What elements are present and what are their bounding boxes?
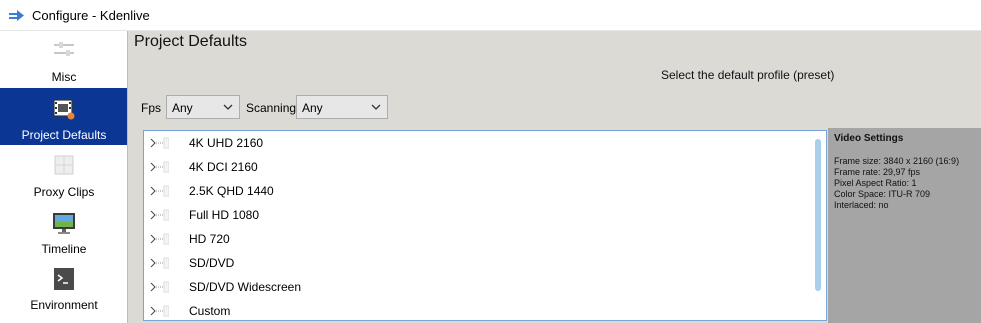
expand-arrow-icon[interactable] [149, 209, 169, 221]
tree-item-label: 4K DCI 2160 [189, 160, 258, 174]
sidebar-item-timeline[interactable]: Timeline [0, 202, 127, 259]
fps-label: Fps [141, 101, 162, 115]
expand-arrow-icon[interactable] [149, 233, 169, 245]
tree-item-label: SD/DVD Widescreen [189, 280, 302, 294]
scanning-dropdown-value: Any [302, 101, 323, 115]
sidebar-item-label: Proxy Clips [33, 185, 95, 199]
kdenlive-app-icon [9, 10, 24, 21]
page-title: Project Defaults [134, 33, 247, 50]
window-title: Configure - Kdenlive [32, 8, 150, 23]
proxy-clips-icon [54, 155, 74, 175]
tree-item-4k-dci[interactable]: 4K DCI 2160 [144, 155, 804, 179]
project-defaults-page: Project Defaults Select the default prof… [128, 31, 981, 323]
chevron-down-icon [223, 104, 233, 110]
scrollbar-thumb[interactable] [815, 139, 821, 291]
tree-item-label: 2.5K QHD 1440 [189, 184, 274, 198]
sidebar-item-proxy-clips[interactable]: Proxy Clips [0, 145, 127, 202]
fps-dropdown-value: Any [172, 101, 193, 115]
sidebar-item-environment[interactable]: Environment [0, 259, 127, 316]
tree-item-label: HD 720 [189, 232, 230, 246]
title-bar: Configure - Kdenlive [0, 0, 981, 31]
sidebar-item-project-defaults[interactable]: Project Defaults [0, 88, 127, 145]
sidebar-item-misc[interactable]: Misc [0, 31, 127, 88]
chevron-down-icon [371, 104, 381, 110]
scanning-dropdown[interactable]: Any [296, 95, 388, 119]
sidebar-item-label: Misc [51, 70, 77, 84]
video-settings-panel: Video Settings Frame size: 3840 x 2160 (… [828, 128, 981, 323]
tree-item-label: Full HD 1080 [189, 208, 260, 222]
color-space-text: Color Space: ITU-R 709 [834, 189, 931, 199]
sidebar-item-label: Timeline [41, 242, 87, 256]
expand-arrow-icon[interactable] [149, 257, 169, 269]
tree-item-label: SD/DVD [189, 256, 235, 270]
tree-item-hd-720[interactable]: HD 720 [144, 227, 804, 251]
fps-dropdown[interactable]: Any [166, 95, 240, 119]
config-sidebar: Misc Project Defaults Proxy Clips Timeli… [0, 31, 128, 323]
tree-item-2-5k-qhd[interactable]: 2.5K QHD 1440 [144, 179, 804, 203]
tree-item-label: 4K UHD 2160 [189, 136, 264, 150]
terminal-icon [54, 268, 74, 290]
tree-item-custom[interactable]: Custom [144, 299, 804, 320]
monitor-icon [53, 213, 75, 234]
frame-size-text: Frame size: 3840 x 2160 (16:9) [834, 156, 960, 166]
tree-item-4k-uhd[interactable]: 4K UHD 2160 [144, 131, 804, 155]
tree-item-full-hd[interactable]: Full HD 1080 [144, 203, 804, 227]
profile-tree[interactable]: 4K UHD 2160 4K DCI 2160 2.5K QHD 1440 Fu… [143, 130, 827, 321]
expand-arrow-icon[interactable] [149, 281, 169, 293]
expand-arrow-icon[interactable] [149, 161, 169, 173]
sidebar-item-label: Project Defaults [21, 128, 107, 142]
tree-item-sd-dvd-widescreen[interactable]: SD/DVD Widescreen [144, 275, 804, 299]
pixel-aspect-text: Pixel Aspect Ratio: 1 [834, 178, 917, 188]
scanning-label: Scanning [246, 101, 297, 115]
sidebar-item-label: Environment [30, 298, 98, 312]
tree-item-label: Custom [189, 304, 231, 318]
profile-hint: Select the default profile (preset) [661, 68, 835, 82]
expand-arrow-icon[interactable] [149, 137, 169, 149]
tree-item-sd-dvd[interactable]: SD/DVD [144, 251, 804, 275]
expand-arrow-icon[interactable] [149, 185, 169, 197]
misc-icon [54, 42, 74, 56]
interlaced-text: Interlaced: no [834, 200, 889, 210]
tree-scrollbar[interactable] [809, 131, 826, 320]
video-settings-title: Video Settings [834, 133, 904, 144]
frame-rate-text: Frame rate: 29,97 fps [834, 167, 921, 177]
expand-arrow-icon[interactable] [149, 305, 169, 317]
film-settings-icon [53, 99, 75, 120]
